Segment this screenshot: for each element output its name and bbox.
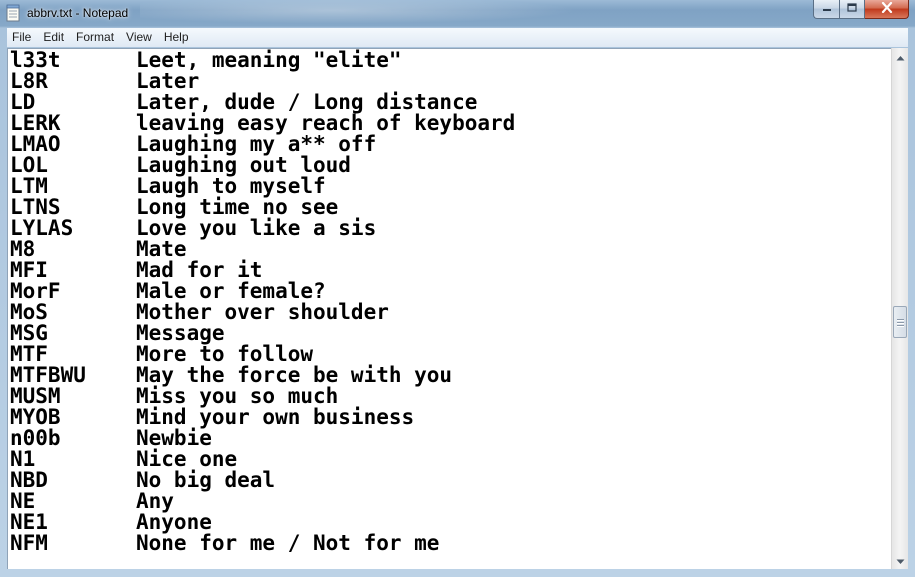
title-bar[interactable]: abbrv.txt - Notepad (0, 0, 915, 28)
abbreviation: LYLAS (10, 216, 74, 240)
abbreviation: MFI (10, 258, 48, 282)
title-bar-glow (140, 0, 620, 26)
window-bottom-border (0, 569, 915, 577)
abbreviation: MUSM (10, 384, 61, 408)
minimize-button[interactable] (813, 0, 839, 19)
meaning: Laughing my a** off (136, 132, 377, 156)
meaning: Leet, meaning "elite" (136, 48, 402, 72)
abbreviation: LMAO (10, 132, 61, 156)
abbreviation: LTM (10, 174, 48, 198)
abbreviation: MorF (10, 279, 61, 303)
meaning: Newbie (136, 426, 212, 450)
close-button[interactable] (865, 0, 909, 19)
minimize-icon (822, 0, 832, 18)
meaning: May the force be with you (136, 363, 453, 387)
abbreviation: MTFBWU (10, 363, 86, 387)
meaning: Mind your own business (136, 405, 415, 429)
abbreviation: MYOB (10, 405, 61, 429)
abbreviation: L8R (10, 69, 48, 93)
vertical-scrollbar[interactable] (891, 48, 908, 569)
meaning: Laugh to myself (136, 174, 326, 198)
meaning: Later (136, 69, 200, 93)
menu-view[interactable]: View (120, 28, 158, 47)
meaning: No big deal (136, 468, 276, 492)
abbreviation: NE1 (10, 510, 48, 534)
menu-bar: File Edit Format View Help (7, 28, 908, 47)
maximize-icon (847, 0, 857, 18)
abbreviation: MTF (10, 342, 48, 366)
meaning: Any (136, 489, 174, 513)
abbreviation: MoS (10, 300, 48, 324)
meaning: Male or female? (136, 279, 326, 303)
abbreviation: LTNS (10, 195, 61, 219)
close-icon (881, 0, 893, 18)
meaning: leaving easy reach of keyboard (136, 111, 516, 135)
scroll-up-arrow-icon (896, 48, 905, 66)
meaning: None for me / Not for me (136, 531, 440, 555)
maximize-button[interactable] (839, 0, 865, 19)
abbreviation: MSG (10, 321, 48, 345)
abbreviation: n00b (10, 426, 61, 450)
abbreviation: LOL (10, 153, 48, 177)
scrollbar-thumb[interactable] (893, 306, 907, 338)
abbreviation: M8 (10, 237, 36, 261)
meaning: More to follow (136, 342, 314, 366)
text-editor[interactable]: l33t Leet, meaning "elite" L8R Later LD Lat… (7, 48, 891, 569)
meaning: Love you like a sis (136, 216, 377, 240)
meaning: Mother over shoulder (136, 300, 389, 324)
scroll-down-button[interactable] (892, 552, 908, 569)
thumb-grip (896, 324, 904, 326)
abbreviation: N1 (10, 447, 36, 471)
menu-edit[interactable]: Edit (37, 28, 70, 47)
meaning: Nice one (136, 447, 238, 471)
abbreviation: NBD (10, 468, 48, 492)
meaning: Miss you so much (136, 384, 339, 408)
menu-format[interactable]: Format (70, 28, 120, 47)
abbreviation: NE (10, 489, 36, 513)
scroll-down-arrow-icon (896, 552, 905, 570)
meaning: Mad for it (136, 258, 263, 282)
notepad-icon[interactable] (5, 4, 21, 22)
thumb-grip (896, 321, 904, 323)
thumb-grip (896, 318, 904, 320)
abbreviation: LD (10, 90, 36, 114)
meaning: Later, dude / Long distance (136, 90, 478, 114)
menu-help[interactable]: Help (158, 28, 195, 47)
abbreviation: l33t (10, 48, 61, 72)
abbreviation: LERK (10, 111, 61, 135)
meaning: Message (136, 321, 225, 345)
caption-buttons (813, 0, 909, 19)
scroll-up-button[interactable] (892, 48, 908, 65)
meaning: Long time no see (136, 195, 339, 219)
menu-file[interactable]: File (7, 28, 37, 47)
abbreviation: NFM (10, 531, 48, 555)
meaning: Laughing out loud (136, 153, 351, 177)
meaning: Anyone (136, 510, 212, 534)
notepad-window: abbrv.txt - Notepad File Edit Format Vie… (0, 0, 915, 577)
window-title: abbrv.txt - Notepad (27, 6, 129, 20)
meaning: Mate (136, 237, 187, 261)
